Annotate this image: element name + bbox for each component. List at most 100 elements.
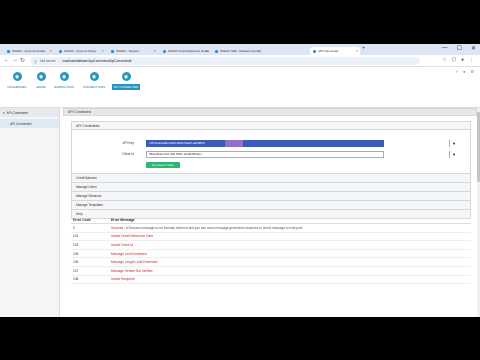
tab-title: SIGNiX - Account Setup — [64, 49, 97, 53]
favicon-icon — [7, 49, 10, 53]
browser-tab[interactable]: SIGNiX - Account Setup × — [56, 47, 106, 55]
connections-icon: ◉ — [89, 72, 99, 81]
dashboard-icon: ◉ — [12, 72, 22, 81]
get-access-token-button[interactable]: Get Access Token — [146, 162, 180, 168]
separator: | — [58, 59, 60, 63]
error-code: 103 — [73, 242, 79, 247]
app-toolbar: ◉ DASHBOARD ◉ ADMIN ◉ WORKFLOWS ◉ CONNEC… — [0, 67, 480, 108]
table-row: 106 Message Length Limit Exceeded — [71, 258, 471, 267]
sidebar: ▾ API Connected API Connected — [0, 108, 60, 317]
panel-title: API Connected — [63, 108, 477, 116]
user-icon[interactable]: ● — [463, 69, 465, 74]
close-window-button[interactable]: ✕ — [471, 45, 476, 52]
error-message: Message Limit Exceeded — [111, 251, 147, 256]
browser-tab-active[interactable]: API Connected × — [310, 47, 360, 55]
accordion-header-manage-users[interactable]: Manage Users — [71, 183, 471, 192]
error-code: 108 — [73, 277, 79, 282]
browser-tab[interactable]: SIGNiX - Account Details × — [4, 47, 54, 55]
api-key-value: c1b7ba1da8a4-fa5d-3d9b-f5aa5-4ab880b — [149, 141, 205, 145]
sidebar-item-api-connected[interactable]: API Connected — [0, 119, 59, 128]
toolbar-workflows[interactable]: ◉ WORKFLOWS — [49, 72, 79, 90]
toolbar-connections[interactable]: ◉ CONNECTIONS — [79, 72, 109, 90]
error-message: Invalid Recipient — [111, 277, 135, 282]
admin-icon: ◉ — [36, 72, 46, 81]
back-button[interactable]: ← — [4, 57, 10, 63]
maximize-button[interactable]: ☐ — [457, 45, 462, 52]
api-key-label: API Key — [122, 141, 134, 145]
forward-button[interactable]: → — [12, 57, 18, 63]
accordion-body-api-credentials: API Key c1b7ba1da8a4-fa5d-3d9b-f5aa5-4ab… — [71, 130, 471, 174]
browser-actions: ☆ ⬡ ● ⋮ — [442, 57, 474, 63]
app-header-icons: ? ● ⚙ — [456, 69, 474, 74]
column-header-code: Error Code — [73, 217, 91, 222]
client-id-value: 38de48da-f4c6-4f2f-8b51-2d4fd3f5c9e1 — [149, 152, 202, 156]
accordion-header-manage-templates[interactable]: Manage Templates — [71, 201, 471, 210]
accordion: API Credentials API Key c1b7ba1da8a4-fa5… — [71, 121, 471, 219]
window-controls: — ☐ ✕ — [442, 45, 476, 52]
sidebar-header-label: API Connected — [6, 110, 28, 115]
new-tab-button[interactable]: + — [362, 46, 366, 52]
reload-button[interactable]: ↻ — [20, 57, 25, 64]
accordion-header-api-credentials[interactable]: API Credentials — [71, 121, 471, 130]
close-tab-icon[interactable]: × — [258, 48, 260, 53]
help-icon[interactable]: ? — [456, 69, 458, 74]
client-id-label: Client Id — [122, 152, 134, 156]
error-message-desc: - A Success message is not formally retu… — [123, 225, 303, 230]
toolbar-label: API CONNECTED — [111, 84, 141, 90]
sidebar-header[interactable]: ▾ API Connected — [0, 108, 59, 117]
toolbar-label: ADMIN — [36, 85, 46, 89]
error-code: 107 — [73, 268, 79, 273]
error-message: Message Sender Not Verified — [111, 268, 153, 273]
chevron-down-icon: ▾ — [3, 110, 5, 115]
favicon-icon — [59, 49, 62, 53]
error-code: 0 — [73, 225, 75, 230]
close-tab-icon[interactable]: × — [102, 48, 104, 53]
security-label: Not secure — [40, 59, 56, 63]
tab-title: SIGNiX - Account Details — [12, 49, 46, 53]
client-id-select[interactable]: 38de48da-f4c6-4f2f-8b51-2d4fd3f5c9e1 ▼ — [146, 150, 458, 158]
tab-title: SIGNiX SEP - Related Content — [220, 49, 262, 53]
info-icon[interactable]: ⓘ — [34, 59, 37, 64]
extensions-icon[interactable]: ⬡ — [452, 57, 456, 63]
dropdown-arrow-icon[interactable]: ▼ — [449, 150, 458, 158]
browser-tab[interactable]: SIGNiX Audit Reference Guide × — [160, 47, 210, 55]
browser-tab[interactable]: SIGNiX SEP - Related Content × — [212, 47, 262, 55]
favicon-icon — [313, 49, 316, 53]
table-header: Error Code Error Message — [71, 216, 471, 224]
tab-title: SIGNiX Audit Reference Guide — [168, 49, 210, 53]
minimize-button[interactable]: — — [442, 45, 448, 52]
accordion-header-manage-sessions[interactable]: Manage Sessions — [71, 192, 471, 201]
menu-icon[interactable]: ⋮ — [469, 57, 474, 63]
column-header-message: Error Message — [111, 217, 135, 222]
favicon-icon — [215, 49, 218, 53]
toolbar-api-connected[interactable]: ◉ API CONNECTED — [111, 72, 141, 90]
close-tab-icon[interactable]: × — [50, 48, 52, 53]
url-text: localhost/trialbase/ApiConnected/ApiConn… — [62, 59, 132, 63]
error-code: 105 — [73, 251, 79, 256]
star-icon[interactable]: ☆ — [442, 57, 446, 63]
settings-icon[interactable]: ⚙ — [470, 69, 474, 74]
api-key-select[interactable]: c1b7ba1da8a4-fa5d-3d9b-f5aa5-4ab880b ▼ — [146, 139, 458, 147]
close-tab-icon[interactable]: × — [356, 48, 358, 53]
url-input[interactable]: ⓘ Not secure | localhost/trialbase/ApiCo… — [30, 57, 420, 65]
table-row: 107 Message Sender Not Verified — [71, 267, 471, 276]
error-message: Message Length Limit Exceeded — [111, 260, 158, 265]
address-bar: ← → ↻ ⓘ Not secure | localhost/trialbase… — [0, 55, 480, 67]
accordion-header-credit-balance[interactable]: Credit Balance — [71, 174, 471, 183]
api-connected-icon: ◉ — [121, 72, 131, 81]
error-code-table: Error Code Error Message 0 Success - A S… — [71, 216, 471, 285]
table-row: 103 Invalid Client Id — [71, 241, 471, 250]
dropdown-arrow-icon[interactable]: ▼ — [449, 139, 458, 147]
browser-tab[interactable]: SIGNiX - Session × — [108, 47, 158, 55]
toolbar-label: WORKFLOWS — [54, 85, 74, 89]
error-code: 106 — [73, 260, 79, 265]
browser-window: SIGNiX - Account Details × SIGNiX - Accou… — [0, 44, 480, 317]
client-id-row: Client Id — [72, 150, 140, 158]
error-message-title: Success — [111, 225, 124, 230]
table-row: 101 Invalid Credit Reference Data — [71, 233, 471, 242]
profile-icon[interactable]: ● — [461, 57, 464, 63]
close-tab-icon[interactable]: × — [154, 48, 156, 53]
error-code: 101 — [73, 234, 79, 239]
cursor-highlight — [225, 139, 243, 147]
close-tab-icon[interactable]: × — [206, 48, 208, 53]
